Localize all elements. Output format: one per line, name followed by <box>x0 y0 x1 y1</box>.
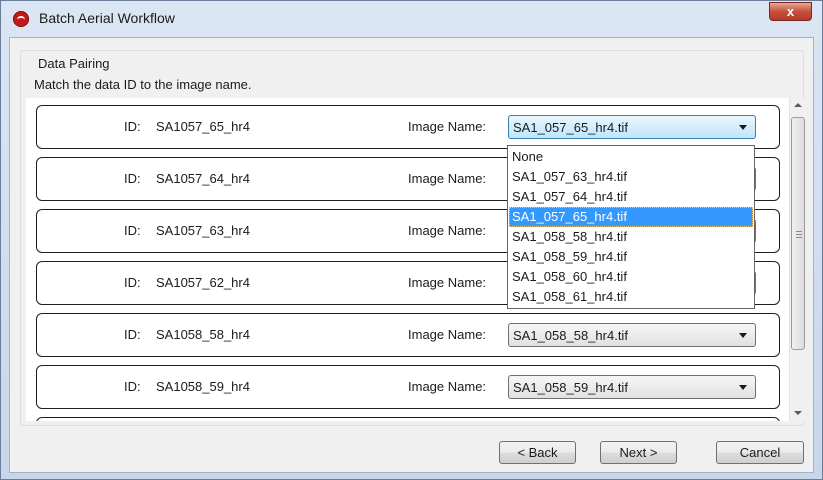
title-bar[interactable]: Batch Aerial Workflow x <box>1 1 822 37</box>
back-button[interactable]: < Back <box>499 441 576 464</box>
dropdown-option[interactable]: SA1_057_65_hr4.tif <box>509 207 753 227</box>
pairing-row-partial <box>36 417 780 421</box>
image-name-dropdown-list[interactable]: None SA1_057_63_hr4.tif SA1_057_64_hr4.tif… <box>507 145 755 309</box>
data-id-value: SA1057_64_hr4 <box>156 171 250 186</box>
window-title: Batch Aerial Workflow <box>39 10 175 26</box>
chevron-down-icon[interactable] <box>739 385 747 390</box>
image-name-combobox[interactable]: SA1_058_58_hr4.tif <box>508 323 756 347</box>
image-name-combobox[interactable]: SA1_057_65_hr4.tif <box>508 115 756 139</box>
combobox-value: SA1_058_58_hr4.tif <box>513 328 628 343</box>
app-logo-icon <box>13 11 29 27</box>
dropdown-option[interactable]: SA1_057_63_hr4.tif <box>509 167 753 187</box>
id-label: ID: <box>124 327 141 342</box>
dropdown-option[interactable]: SA1_057_64_hr4.tif <box>509 187 753 207</box>
combobox-value: SA1_058_59_hr4.tif <box>513 380 628 395</box>
pairing-row: ID: SA1058_59_hr4 Image Name: SA1_058_59_hr… <box>36 365 780 409</box>
image-name-label: Image Name: <box>408 379 487 394</box>
data-id-value: SA1057_62_hr4 <box>156 275 250 290</box>
chevron-down-icon[interactable] <box>739 125 747 130</box>
image-name-label: Image Name: <box>408 171 487 186</box>
grip-line <box>796 231 802 232</box>
data-id-value: SA1058_58_hr4 <box>156 327 250 342</box>
data-id-value: SA1057_65_hr4 <box>156 119 250 134</box>
image-name-label: Image Name: <box>408 275 487 290</box>
grip-line <box>796 237 802 238</box>
chevron-down-icon[interactable] <box>739 333 747 338</box>
dropdown-option[interactable]: SA1_058_60_hr4.tif <box>509 267 753 287</box>
cancel-button[interactable]: Cancel <box>716 441 804 464</box>
id-label: ID: <box>124 379 141 394</box>
image-name-label: Image Name: <box>408 223 487 238</box>
scrollbar-thumb[interactable] <box>791 117 805 350</box>
close-button[interactable]: x <box>769 2 812 21</box>
id-label: ID: <box>124 119 141 134</box>
id-label: ID: <box>124 171 141 186</box>
vertical-scrollbar[interactable] <box>789 98 806 421</box>
group-title: Data Pairing <box>35 56 113 71</box>
next-button[interactable]: Next > <box>600 441 677 464</box>
combobox-value: SA1_057_65_hr4.tif <box>513 120 628 135</box>
grip-line <box>796 234 802 235</box>
dropdown-option[interactable]: SA1_058_61_hr4.tif <box>509 287 753 307</box>
id-label: ID: <box>124 275 141 290</box>
dropdown-option[interactable]: SA1_058_58_hr4.tif <box>509 227 753 247</box>
image-name-label: Image Name: <box>408 119 487 134</box>
pairing-row: ID: SA1058_58_hr4 Image Name: SA1_058_58_hr… <box>36 313 780 357</box>
id-label: ID: <box>124 223 141 238</box>
scroll-down-arrow-icon[interactable] <box>794 411 802 415</box>
data-id-value: SA1057_63_hr4 <box>156 223 250 238</box>
dropdown-option[interactable]: SA1_058_59_hr4.tif <box>509 247 753 267</box>
image-name-label: Image Name: <box>408 327 487 342</box>
scroll-up-arrow-icon[interactable] <box>794 103 802 107</box>
instruction-text: Match the data ID to the image name. <box>34 77 252 92</box>
dropdown-option[interactable]: None <box>509 147 753 167</box>
pairing-row: ID: SA1057_65_hr4 Image Name: SA1_057_65_hr… <box>36 105 780 149</box>
image-name-combobox[interactable]: SA1_058_59_hr4.tif <box>508 375 756 399</box>
data-id-value: SA1058_59_hr4 <box>156 379 250 394</box>
